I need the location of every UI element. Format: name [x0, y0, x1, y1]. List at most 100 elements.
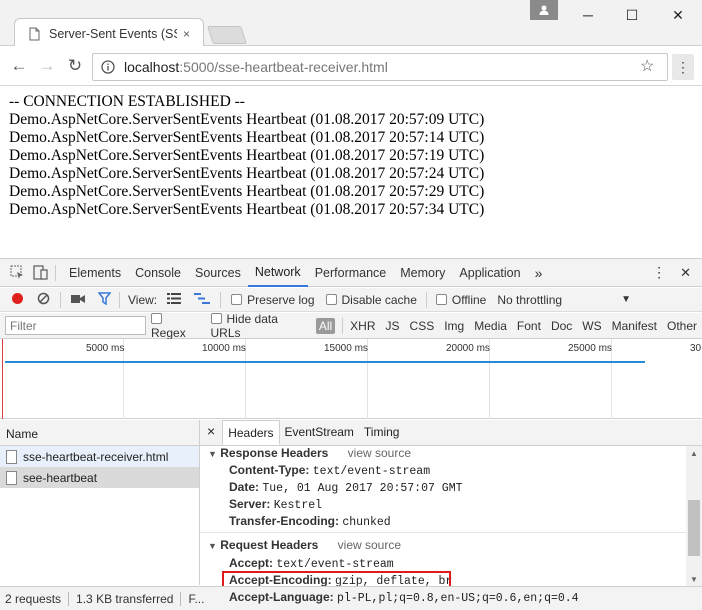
filter-input[interactable]	[5, 316, 146, 335]
forward-button[interactable]: →	[36, 55, 58, 77]
throttling-select[interactable]: No throttling	[497, 293, 562, 307]
scroll-down-arrow-icon[interactable]: ▼	[690, 575, 698, 584]
preserve-log-checkbox[interactable]: Preserve log	[231, 293, 315, 307]
back-button[interactable]: ←	[8, 55, 30, 77]
header-key: Accept-Language:	[229, 590, 334, 604]
divider	[68, 591, 70, 606]
divider	[55, 264, 56, 281]
request-headers-section[interactable]: ▼ Request Headers view source	[208, 538, 401, 552]
device-toolbar-icon[interactable]	[33, 265, 49, 280]
document-file-icon	[6, 470, 17, 485]
reload-button[interactable]: ↻	[64, 55, 86, 77]
header-row: Content-Type: text/event-stream	[229, 463, 430, 478]
filter-type-img[interactable]: Img	[444, 319, 464, 333]
header-row: Server: Kestrel	[229, 497, 322, 512]
filter-type-xhr[interactable]: XHR	[350, 319, 375, 333]
section-divider	[200, 532, 686, 533]
view-source-link[interactable]: view source	[338, 538, 401, 552]
view-source-link[interactable]: view source	[348, 446, 411, 460]
tab-network[interactable]: Network	[247, 259, 308, 287]
tab-elements[interactable]: Elements	[62, 259, 128, 287]
ruler-label: 15000 ms	[324, 343, 368, 354]
close-window-button[interactable]: ✕	[656, 0, 700, 30]
tab-application[interactable]: Application	[452, 259, 527, 287]
header-value: Tue, 01 Aug 2017 20:57:07 GMT	[262, 482, 463, 495]
filter-type-all[interactable]: All	[315, 317, 336, 334]
header-row: Transfer-Encoding: chunked	[229, 514, 391, 529]
header-row: Accept-Language: pl-PL,pl;q=0.8,en-US;q=…	[229, 590, 579, 605]
scroll-up-arrow-icon[interactable]: ▲	[690, 449, 698, 458]
tab-close-icon[interactable]: ×	[183, 27, 190, 41]
devtools-menu-icon[interactable]: ⋮	[645, 259, 673, 287]
request-row[interactable]: sse-heartbeat-receiver.html	[0, 446, 200, 467]
tab-timing[interactable]: Timing	[359, 420, 405, 445]
filter-type-media[interactable]: Media	[474, 319, 507, 333]
scrollbar-thumb[interactable]	[688, 500, 700, 556]
tab-performance[interactable]: Performance	[308, 259, 394, 287]
hide-data-urls-checkbox[interactable]: Hide data URLs	[210, 312, 309, 340]
clear-icon[interactable]	[37, 292, 50, 308]
large-rows-icon[interactable]	[167, 292, 182, 307]
ruler-label: 25000 ms	[568, 343, 612, 354]
page-content: -- CONNECTION ESTABLISHED -- Demo.AspNet…	[0, 87, 702, 258]
tab-sources[interactable]: Sources	[188, 259, 248, 287]
bookmark-star-icon[interactable]: ☆	[640, 56, 654, 76]
request-row[interactable]: see-heartbeat	[0, 467, 200, 488]
header-value: chunked	[342, 516, 391, 529]
minimize-button[interactable]: ─	[566, 0, 610, 30]
waterfall-icon[interactable]	[194, 292, 211, 307]
tab-memory[interactable]: Memory	[393, 259, 452, 287]
filter-type-js[interactable]: JS	[386, 319, 400, 333]
request-headers-title: Request Headers	[220, 538, 319, 552]
disable-cache-checkbox[interactable]: Disable cache	[325, 292, 417, 307]
record-icon[interactable]	[11, 292, 24, 308]
finish-time: F...	[188, 591, 205, 606]
detail-close-icon[interactable]: ×	[200, 420, 222, 445]
page-line: Demo.AspNetCore.ServerSentEvents Heartbe…	[9, 201, 485, 218]
header-row: Date: Tue, 01 Aug 2017 20:57:07 GMT	[229, 480, 463, 495]
page-line: Demo.AspNetCore.ServerSentEvents Heartbe…	[9, 183, 485, 200]
devtools-close-icon[interactable]: ✕	[673, 259, 698, 287]
filter-type-css[interactable]: CSS	[410, 319, 435, 333]
divider	[425, 291, 427, 308]
screenshot-camera-icon[interactable]	[71, 293, 85, 307]
filter-type-ws[interactable]: WS	[582, 319, 601, 333]
network-overview[interactable]: 5000 ms 10000 ms 15000 ms 20000 ms 25000…	[0, 339, 702, 419]
name-column-header[interactable]: Name	[0, 420, 200, 446]
regex-checkbox[interactable]: Regex	[151, 312, 201, 340]
header-value: text/event-stream	[276, 558, 394, 571]
inspect-element-icon[interactable]	[10, 265, 25, 280]
ruler-label: 5000 ms	[86, 343, 125, 354]
filter-type-other[interactable]: Other	[667, 319, 697, 333]
tab-console[interactable]: Console	[128, 259, 188, 287]
more-tabs-chevron-icon[interactable]: »	[528, 259, 550, 287]
divider	[220, 291, 222, 308]
chrome-menu-button[interactable]: ⋮	[672, 54, 694, 80]
header-key: Content-Type:	[229, 463, 310, 477]
info-icon	[101, 60, 115, 74]
tab-headers[interactable]: Headers	[222, 420, 280, 445]
header-row: Accept: text/event-stream	[229, 556, 394, 571]
divider	[60, 291, 61, 308]
offline-checkbox[interactable]: Offline	[435, 293, 486, 307]
response-headers-section[interactable]: ▼ Response Headers view source	[208, 446, 411, 460]
new-tab-button[interactable]	[207, 26, 247, 44]
timeline-request-bar	[5, 361, 645, 363]
person-icon[interactable]	[530, 0, 558, 20]
filter-icon[interactable]	[97, 291, 112, 308]
filter-type-manifest[interactable]: Manifest	[612, 319, 657, 333]
address-bar[interactable]: localhost:5000/sse-heartbeat-receiver.ht…	[92, 53, 668, 81]
page-line: Demo.AspNetCore.ServerSentEvents Heartbe…	[9, 129, 485, 146]
header-value: Kestrel	[273, 499, 323, 512]
header-key: Date:	[229, 480, 260, 494]
filter-type-font[interactable]: Font	[517, 319, 541, 333]
filter-type-doc[interactable]: Doc	[551, 319, 572, 333]
headers-panel: ▼ Response Headers view source Content-T…	[200, 446, 686, 586]
disable-cache-label: Disable cache	[341, 292, 417, 307]
page-icon	[29, 27, 40, 40]
browser-tab[interactable]: Server-Sent Events (SSE) ×	[14, 18, 204, 48]
maximize-button[interactable]: ☐	[610, 0, 654, 30]
tab-eventstream[interactable]: EventStream	[280, 420, 359, 445]
header-key: Transfer-Encoding:	[229, 514, 340, 528]
chevron-down-icon[interactable]: ▼	[621, 294, 631, 305]
